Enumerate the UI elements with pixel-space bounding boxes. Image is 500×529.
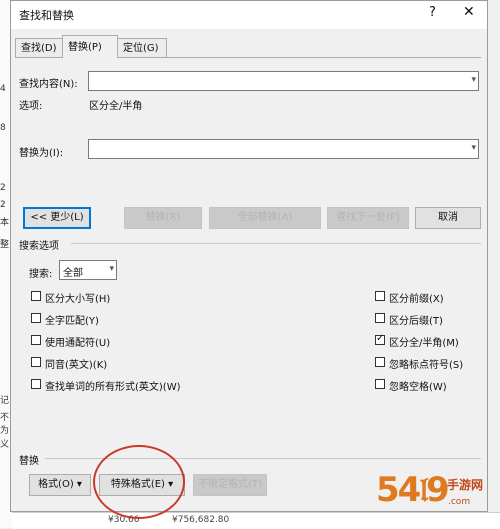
- ignore-whitespace-checkbox[interactable]: [375, 379, 385, 389]
- section-divider: [71, 243, 481, 244]
- watermark-url: .com: [448, 497, 471, 507]
- doc-fragment: 2: [0, 200, 6, 210]
- help-icon[interactable]: ?: [429, 5, 436, 20]
- tab-replace[interactable]: 替换(P): [62, 35, 118, 58]
- find-replace-dialog: 查找和替换 ? ✕ 查找(D) 替换(P) 定位(G) 查找内容(N): ▾ 选…: [10, 0, 488, 512]
- ignore-whitespace-label: 忽略空格(W): [389, 382, 447, 393]
- find-input[interactable]: ▾: [88, 71, 479, 91]
- wildcards-checkbox[interactable]: [31, 335, 41, 345]
- doc-fragment: 8: [0, 123, 6, 133]
- replace-section-title: 替换: [19, 456, 39, 467]
- wildcards-label: 使用通配符(U): [45, 338, 111, 349]
- sounds-like-label: 同音(英文)(K): [45, 360, 108, 371]
- tab-goto[interactable]: 定位(G): [117, 38, 167, 57]
- all-word-forms-checkbox[interactable]: [31, 379, 41, 389]
- ignore-punctuation-label: 忽略标点符号(S): [389, 360, 464, 371]
- replace-all-button[interactable]: 全部替换(A): [209, 207, 321, 229]
- match-case-label: 区分大小写(H): [45, 294, 111, 305]
- search-options-title: 搜索选项: [19, 241, 59, 252]
- all-word-forms-label: 查找单词的所有形式(英文)(W): [45, 382, 181, 393]
- chevron-down-icon[interactable]: ▾: [109, 264, 114, 274]
- tab-find[interactable]: 查找(D): [15, 38, 63, 57]
- sounds-like-checkbox[interactable]: [31, 357, 41, 367]
- close-icon[interactable]: ✕: [463, 4, 475, 20]
- doc-fragment: 整: [0, 240, 10, 250]
- chevron-down-icon[interactable]: ▾: [471, 75, 476, 85]
- whole-word-checkbox[interactable]: [31, 313, 41, 323]
- format-button[interactable]: 格式(O) ▾: [29, 474, 91, 496]
- cancel-button[interactable]: 取消: [415, 207, 481, 229]
- watermark-title: 手游网: [447, 478, 484, 492]
- no-formatting-button[interactable]: 不限定格式(T): [193, 474, 267, 496]
- full-half-width-checkbox[interactable]: [375, 333, 385, 345]
- find-next-button[interactable]: 查找下一处(F): [327, 207, 409, 229]
- search-scope-value: 全部: [63, 268, 83, 279]
- search-label: 搜索:: [29, 269, 53, 280]
- replace-input[interactable]: ▾: [88, 139, 479, 159]
- doc-fragment: 本: [0, 218, 10, 228]
- watermark-logo: 54𝔩9: [376, 470, 450, 510]
- doc-fragment: 2: [0, 183, 6, 193]
- less-button[interactable]: << 更少(L): [23, 207, 91, 229]
- doc-fragment: 不: [0, 413, 10, 423]
- doc-cell-value: ¥756,682.80: [172, 515, 230, 525]
- replace-button[interactable]: 替换(R): [124, 207, 202, 229]
- doc-fragment: 4: [0, 84, 6, 94]
- options-label: 选项:: [19, 101, 43, 112]
- ignore-punctuation-checkbox[interactable]: [375, 357, 385, 367]
- match-prefix-label: 区分前缀(X): [389, 294, 444, 305]
- doc-fragment: 义: [0, 440, 10, 450]
- doc-fragment: 为: [0, 426, 10, 436]
- match-case-checkbox[interactable]: [31, 291, 41, 301]
- background-document-row: ¥30.66 ¥756,682.80: [12, 512, 500, 529]
- replace-label: 替换为(I):: [19, 148, 64, 159]
- options-value: 区分全/半角: [89, 101, 143, 112]
- whole-word-label: 全字匹配(Y): [45, 316, 99, 327]
- annotation-circle: [93, 445, 185, 519]
- match-suffix-checkbox[interactable]: [375, 313, 385, 323]
- title-bar: 查找和替换 ? ✕: [11, 1, 487, 29]
- match-suffix-label: 区分后缀(T): [389, 316, 443, 327]
- chevron-down-icon[interactable]: ▾: [471, 143, 476, 153]
- match-prefix-checkbox[interactable]: [375, 291, 385, 301]
- full-half-width-label: 区分全/半角(M): [389, 338, 459, 349]
- find-label: 查找内容(N):: [19, 79, 78, 90]
- search-scope-select[interactable]: 全部 ▾: [59, 260, 117, 280]
- doc-fragment: 记: [0, 396, 10, 406]
- dialog-title: 查找和替换: [19, 9, 74, 22]
